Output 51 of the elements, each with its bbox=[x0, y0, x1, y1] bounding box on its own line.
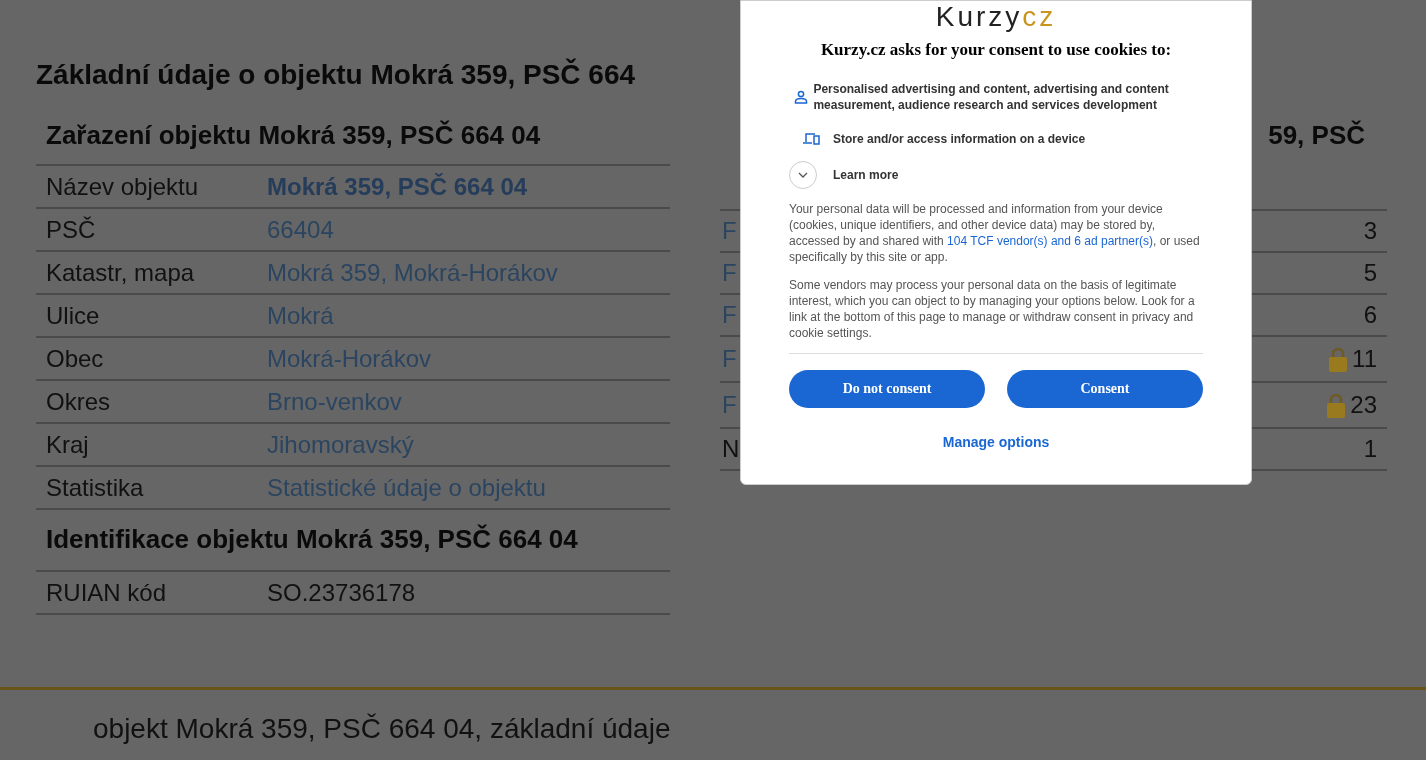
count-text: 11 bbox=[1352, 344, 1377, 374]
data-processing-text: Your personal data will be processed and information from your device (cookies, unique identifiers, and other device data) may be stored by, accessed by and shared with 104 TCF vendor(s) and 6 ad partner(s), or used specifically by this site or app. bbox=[789, 200, 1201, 265]
dialog-title: Kurzy.cz asks for your consent to use cookies to: bbox=[819, 39, 1173, 61]
row-label: RUIAN kód bbox=[46, 577, 168, 608]
value-link[interactable]: 66404 bbox=[267, 211, 334, 248]
count-text: 6 bbox=[1363, 300, 1377, 330]
page-title: Základní údaje o objektu Mokrá 359, PSČ 664 bbox=[36, 57, 636, 92]
purpose-text: Personalised advertising and content, advertising and content measurement, audience research and services development bbox=[813, 80, 1170, 113]
padlock-icon bbox=[1326, 392, 1347, 418]
row-label: Obec bbox=[46, 343, 105, 374]
row-label: N bbox=[722, 434, 740, 464]
purpose-text: Store and/or access information on a device bbox=[833, 130, 1086, 147]
consent-button[interactable]: Consent bbox=[1007, 369, 1203, 408]
section-title: 59, PSČ bbox=[1268, 120, 1365, 150]
row-label: Katastr, mapa bbox=[46, 257, 196, 288]
row-label: Kraj bbox=[46, 429, 90, 460]
person-icon bbox=[794, 89, 809, 104]
row-label: Ulice bbox=[46, 300, 101, 331]
manage-options-link[interactable]: Manage options bbox=[942, 431, 1050, 453]
row-label: PSČ bbox=[46, 214, 97, 245]
learn-more-label[interactable]: Learn more bbox=[833, 165, 899, 184]
row-label[interactable]: F bbox=[722, 341, 737, 377]
value-link[interactable]: Mokrá bbox=[267, 297, 334, 334]
row-label: Statistika bbox=[46, 472, 145, 503]
count-text: 23 bbox=[1350, 390, 1377, 420]
object-link[interactable]: Mokrá 359, PSČ 664 04 bbox=[267, 168, 528, 205]
row-label: Okres bbox=[46, 386, 111, 417]
devices-icon bbox=[802, 132, 820, 145]
value-link[interactable]: Statistické údaje o objektu bbox=[267, 469, 546, 506]
value-link[interactable]: Mokrá 359, Mokrá-Horákov bbox=[267, 254, 558, 291]
row-label[interactable]: F bbox=[722, 297, 737, 333]
value-text: SO.23736178 bbox=[267, 577, 416, 608]
value-link[interactable]: Mokrá-Horákov bbox=[267, 340, 432, 377]
row-label: Název objektu bbox=[46, 171, 200, 202]
value-link[interactable]: Jihomoravský bbox=[267, 426, 414, 463]
section-title: Identifikace objektu Mokrá 359, PSČ 664 04 bbox=[45, 523, 579, 556]
row-label[interactable]: F bbox=[722, 213, 737, 249]
padlock-icon bbox=[1328, 346, 1349, 372]
section-title: Zařazení objektu Mokrá 359, PSČ 664 04 bbox=[45, 119, 542, 152]
footer-text: objekt Mokrá 359, PSČ 664 04, základní údaje bbox=[93, 713, 671, 744]
row-label[interactable]: F bbox=[722, 255, 737, 291]
row-label[interactable]: F bbox=[722, 387, 737, 423]
logo: Kurzycz bbox=[935, 3, 1057, 33]
value-link[interactable]: Brno-venkov bbox=[267, 383, 402, 420]
chevron-icon bbox=[798, 171, 808, 178]
count-text: 1 bbox=[1363, 434, 1377, 464]
legitimate-interest-text: Some vendors may process your personal data on the basis of legitimate interest, which you can object to by managing your options below. Look for a link at the bottom of this page to manage or withdraw consent in privacy and cookie settings. bbox=[789, 276, 1196, 341]
decline-button[interactable]: Do not consent bbox=[789, 369, 985, 408]
vendors-link[interactable]: 104 TCF vendor(s) and 6 ad partner(s) bbox=[947, 233, 1153, 248]
count-text: 5 bbox=[1363, 258, 1377, 288]
count-text: 3 bbox=[1363, 216, 1377, 246]
